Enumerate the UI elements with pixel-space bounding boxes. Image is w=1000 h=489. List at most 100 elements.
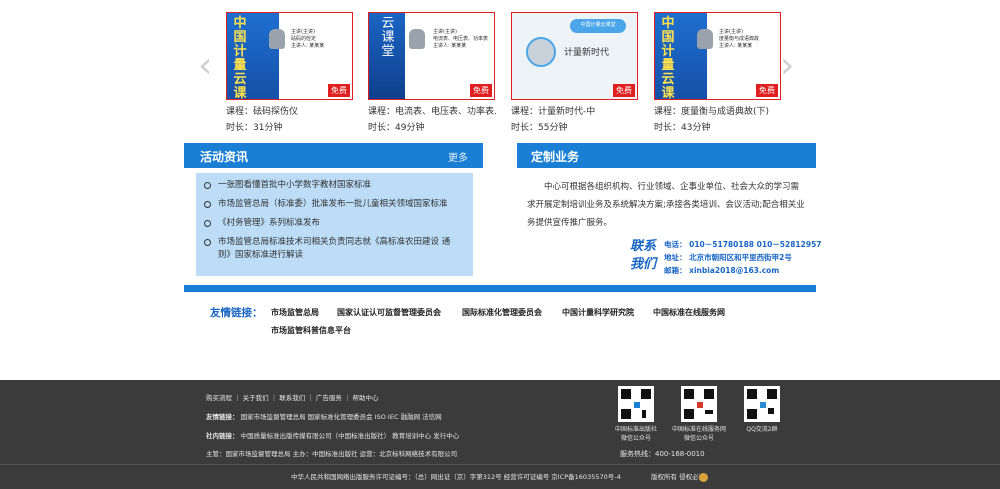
news-item[interactable]: 市场监管总局（标准委）批准发布一批儿童相关领域国家标准 [204,198,473,211]
course-card[interactable]: 中国计量云课堂 计量新时代 免费 课程：计量新时代-中 时长：55分钟 [511,12,639,133]
contact-phone: 电话： 010－51780188 010－52812957 [664,240,822,249]
contact-label-line: 联系 [629,239,656,254]
free-badge: 免费 [470,84,492,97]
qr-caption-line: 中国标准出版社 [614,426,657,433]
thumb-vertical-text: 中国计量云课堂 [661,16,675,100]
news-item-text[interactable]: 市场监管总局标准技术司相关负责同志就《高标准农田建设 通则》国家标准进行解读 [218,237,450,260]
thumb-vertical-text: 云课堂 [381,16,395,59]
footer-friend-links[interactable]: 国家市场监督管理总局 国家标准化管理委员会 ISO IEC 融融网 法信网 [241,413,442,421]
news-list: 一张图看懂首批中小学数字教材国家标准 市场监管总局（标准委）批准发布一批儿童相关… [196,173,473,262]
thumb-info: 主讲(主讲) 电流表、电压表、功率表 主讲人: 某某某 [433,29,489,49]
course-thumbnail[interactable]: 中国计量云课堂 主讲(主讲) 砝码的检定 主讲人: 某某某 免费 [226,12,353,100]
business-description: 中心可根据各组织机构、行业领域、企事业单位、社会大众的学习需求开展定制培训业务及… [527,182,805,228]
course-duration: 时长：31分钟 [226,123,283,133]
contact-block: 联系 我们 电话： 010－51780188 010－52812957 地址： … [616,238,822,278]
news-header: 活动资讯 更多 [184,143,483,168]
business-header: 定制业务 [517,143,816,168]
course-thumbnail[interactable]: 云课堂 主讲(主讲) 电流表、电压表、功率表 主讲人: 某某某 免费 [368,12,495,100]
thumb-info: 主讲(主讲) 砝码的检定 主讲人: 某某某 [291,29,325,49]
qr-code-icon [744,386,780,422]
qr-code-icon [618,386,654,422]
news-more-link[interactable]: 更多 [448,149,468,164]
news-title: 活动资讯 [200,150,249,164]
news-item-text[interactable]: 《村务管理》系列标准发布 [218,218,320,228]
chevron-right-icon[interactable]: › [780,48,794,84]
police-badge-icon [699,473,708,482]
footer-sponsor: 主管：国家市场监督管理总局 主办：中国标准出版社 运营：北京标科网络技术有限公司 [206,450,458,458]
course-carousel: ‹ › 中国计量云课堂 主讲(主讲) 砝码的检定 主讲人: 某某某 免费 课程：… [198,10,802,133]
footer-internal-label: 社内链接： [206,432,239,440]
news-item[interactable]: 《村务管理》系列标准发布 [204,217,473,230]
friend-link[interactable]: 中国标准在线服务网 [653,307,725,318]
course-thumbnail[interactable]: 中国计量云课堂 主讲(主讲) 度量衡与成语典故 主讲人: 某某某 免费 [654,12,781,100]
page: ‹ › 中国计量云课堂 主讲(主讲) 砝码的检定 主讲人: 某某某 免费 课程：… [0,0,1000,489]
news-item-text[interactable]: 一张图看懂首批中小学数字教材国家标准 [218,180,371,190]
bullet-icon [204,182,211,189]
news-list-panel: 一张图看懂首批中小学数字教材国家标准 市场监管总局（标准委）批准发布一批儿童相关… [196,173,473,276]
contact-label: 联系 我们 [616,238,656,274]
thumb-strip: 中国计量云课堂 [227,13,279,99]
qr-caption: 中国标准出版社 微信公众号 [603,425,669,443]
qr-caption-line: 中国标准在线服务网 [671,426,726,433]
qr-caption-line: QQ交流2群 [746,426,778,433]
qr-code-icon [681,386,717,422]
qr-caption: 中国标准在线服务网 微信公众号 [664,425,734,443]
lecturer-photo [697,29,713,49]
course-card[interactable]: 中国计量云课堂 主讲(主讲) 砝码的检定 主讲人: 某某某 免费 课程：砝码探伤… [226,12,354,133]
friend-link[interactable]: 中国计量科学研究院 [562,307,634,318]
friend-links-label: 友情链接： [210,307,263,319]
friend-link[interactable]: 市场监管科普信息平台 [271,325,351,336]
course-duration: 时长：49分钟 [368,123,425,133]
footer-internal-links[interactable]: 中国质量标准出版传媒有限公司（中国标准出版社） 教育培训中心 发行中心 [241,432,460,440]
bullet-icon [204,239,211,246]
course-title[interactable]: 课程：砝码探伤仪 [226,104,354,117]
section-divider [184,285,816,292]
footer-friend-row: 友情链接： 国家市场监督管理总局 国家标准化管理委员会 ISO IEC 融融网 … [206,413,442,422]
course-card[interactable]: 云课堂 主讲(主讲) 电流表、电压表、功率表 主讲人: 某某某 免费 课程：电流… [368,12,496,133]
thumb-big-text: 计量新时代 [564,48,610,58]
course-duration: 时长：43分钟 [654,123,711,133]
news-item[interactable]: 一张图看懂首批中小学数字教材国家标准 [204,179,473,192]
friend-link[interactable]: 市场监管总局 [271,307,319,318]
contact-label-line: 我们 [629,257,656,272]
course-title[interactable]: 课程：度量衡与成语典故(下) [654,104,782,117]
news-item[interactable]: 市场监管总局标准技术司相关负责同志就《高标准农田建设 通则》国家标准进行解读 [204,236,462,262]
thumb-strip: 中国计量云课堂 [655,13,707,99]
thumb-info: 主讲(主讲) 度量衡与成语典故 主讲人: 某某某 [719,29,760,49]
course-title[interactable]: 课程：计量新时代-中 [511,104,639,117]
footer-internal-row: 社内链接： 中国质量标准出版传媒有限公司（中国标准出版社） 教育培训中心 发行中… [206,432,459,441]
qr-caption: QQ交流2群 [734,425,790,434]
course-title[interactable]: 课程：电流表、电压表、功率表... [368,104,496,117]
thumb-strip: 云课堂 [369,13,405,99]
footer-hotline: 服务热线：400-168-0010 [620,450,705,458]
friend-link[interactable]: 国际标准化管理委员会 [462,307,542,318]
thumb-cloud-text: 中国计量云课堂 [580,22,616,28]
lecturer-photo [526,37,556,67]
footer-license: 中华人民共和国网络出版服务许可证编号：（总）网出证（京）字第312号 经营许可证… [291,473,621,481]
contact-email[interactable]: 邮箱： xinbia2018@163.com [664,264,822,277]
free-badge: 免费 [613,84,635,97]
course-thumbnail[interactable]: 中国计量云课堂 计量新时代 免费 [511,12,638,100]
qr-caption-line: 微信公众号 [620,435,651,442]
footer-divider [0,464,1000,465]
business-title: 定制业务 [531,150,580,164]
chevron-left-icon[interactable]: ‹ [198,48,212,84]
friend-link[interactable]: 国家认证认可监督管理委员会 [337,307,441,318]
footer-nav[interactable]: 购买流程 ｜ 关于我们 ｜ 联系我们 ｜ 广告服务 ｜ 帮助中心 [206,394,379,403]
qr-caption-line: 微信公众号 [683,435,714,442]
footer: 购买流程 ｜ 关于我们 ｜ 联系我们 ｜ 广告服务 ｜ 帮助中心 友情链接： 国… [0,380,1000,489]
footer-rights: 版权所有 侵权必究 [651,473,706,481]
bullet-icon [204,220,211,227]
footer-friend-label: 友情链接： [206,413,239,421]
lecturer-photo [269,29,285,49]
news-item-text[interactable]: 市场监管总局（标准委）批准发布一批儿童相关领域国家标准 [218,199,448,209]
contact-rows: 电话： 010－51780188 010－52812957 地址： 北京市朝阳区… [664,238,822,277]
free-badge: 免费 [756,84,778,97]
course-card[interactable]: 中国计量云课堂 主讲(主讲) 度量衡与成语典故 主讲人: 某某某 免费 课程：度… [654,12,782,133]
bullet-icon [204,201,211,208]
course-duration: 时长：55分钟 [511,123,568,133]
free-badge: 免费 [328,84,350,97]
contact-address: 地址： 北京市朝阳区和平里西街甲2号 [664,253,792,262]
thumb-vertical-text: 中国计量云课堂 [233,16,247,100]
lecturer-photo [409,29,425,49]
